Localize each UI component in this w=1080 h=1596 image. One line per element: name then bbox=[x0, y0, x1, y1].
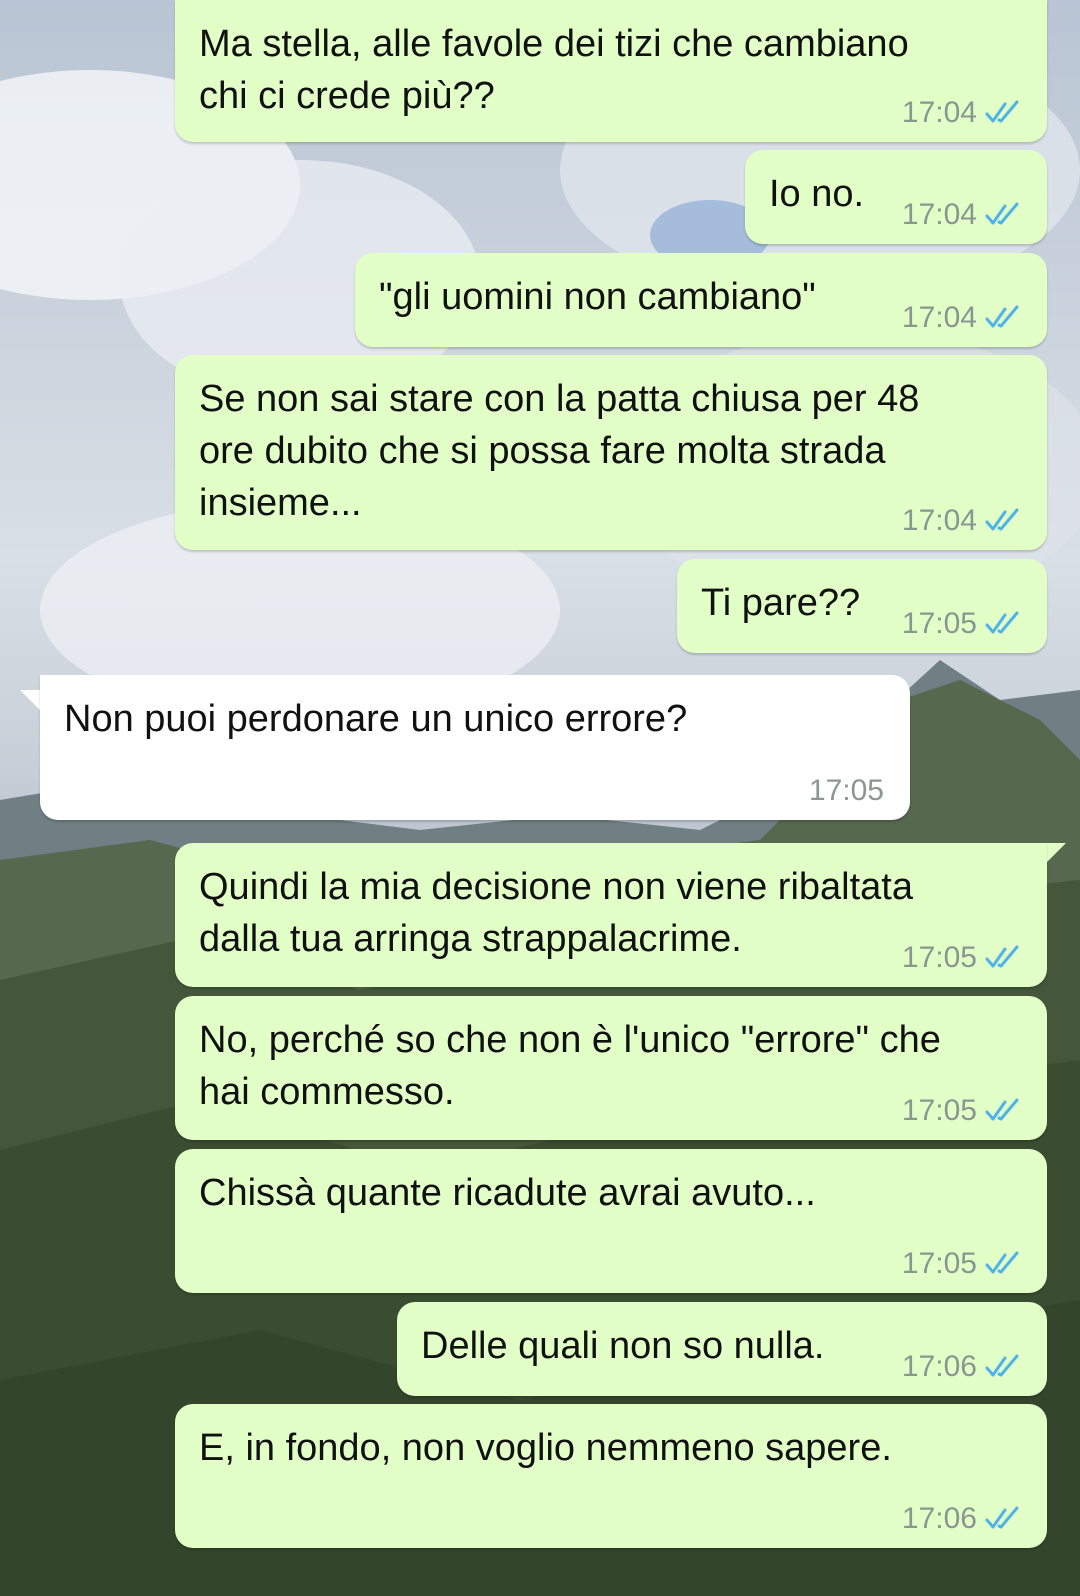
message-bubble-incoming[interactable]: Non puoi perdonare un unico errore? 17:0… bbox=[40, 675, 910, 820]
message-text: E, in fondo, non voglio nemmeno sapere. bbox=[199, 1427, 892, 1469]
message-meta: 17:05 bbox=[809, 774, 884, 808]
message-bubble-outgoing[interactable]: Ti pare?? 17:05 bbox=[677, 559, 1047, 653]
message-text: Quindi la mia decisione non viene ribalt… bbox=[199, 866, 913, 960]
message-meta: 17:04 bbox=[902, 301, 1021, 335]
message-bubble-outgoing[interactable]: Ma stella, alle favole dei tizi che camb… bbox=[175, 0, 1047, 142]
message-bubble-outgoing[interactable]: No, perché so che non è l'unico "errore"… bbox=[175, 996, 1047, 1140]
message-meta: 17:04 bbox=[902, 96, 1021, 130]
message-time: 17:04 bbox=[901, 504, 977, 537]
message-text: Non puoi perdonare un unico errore? bbox=[64, 698, 688, 740]
double-check-icon bbox=[985, 305, 1019, 328]
double-check-icon bbox=[985, 1506, 1019, 1529]
message-time: 17:06 bbox=[901, 1350, 977, 1383]
message-bubble-outgoing[interactable]: Delle quali non so nulla. 17:06 bbox=[397, 1302, 1047, 1396]
double-check-icon bbox=[985, 100, 1019, 123]
double-check-icon bbox=[985, 202, 1019, 225]
message-meta: 17:05 bbox=[902, 1247, 1021, 1281]
message-text: Ma stella, alle favole dei tizi che camb… bbox=[199, 23, 909, 117]
message-meta: 17:06 bbox=[902, 1502, 1021, 1536]
double-check-icon bbox=[985, 1098, 1019, 1121]
message-bubble-outgoing[interactable]: Chissà quante ricadute avrai avuto... 17… bbox=[175, 1149, 1047, 1293]
message-bubble-outgoing[interactable]: "gli uomini non cambiano" 17:04 bbox=[355, 253, 1047, 347]
message-meta: 17:06 bbox=[902, 1350, 1021, 1384]
double-check-icon bbox=[985, 1354, 1019, 1377]
message-meta: 17:05 bbox=[902, 941, 1021, 975]
message-time: 17:04 bbox=[901, 96, 977, 129]
message-text: Se non sai stare con la patta chiusa per… bbox=[199, 378, 920, 524]
double-check-icon bbox=[985, 945, 1019, 968]
double-check-icon bbox=[985, 508, 1019, 531]
message-bubble-outgoing[interactable]: Quindi la mia decisione non viene ribalt… bbox=[175, 843, 1047, 987]
conversation-list[interactable]: Ma stella, alle favole dei tizi che camb… bbox=[0, 0, 1080, 1596]
message-meta: 17:04 bbox=[902, 504, 1021, 538]
message-time: 17:05 bbox=[808, 774, 884, 807]
message-time: 17:06 bbox=[901, 1502, 977, 1535]
message-bubble-outgoing[interactable]: E, in fondo, non voglio nemmeno sapere. … bbox=[175, 1404, 1047, 1548]
message-text: Chissà quante ricadute avrai avuto... bbox=[199, 1172, 816, 1214]
message-meta: 17:05 bbox=[902, 1094, 1021, 1128]
double-check-icon bbox=[985, 1251, 1019, 1274]
message-meta: 17:05 bbox=[902, 607, 1021, 641]
double-check-icon bbox=[985, 611, 1019, 634]
bubble-tail bbox=[20, 690, 42, 712]
message-bubble-outgoing[interactable]: Se non sai stare con la patta chiusa per… bbox=[175, 355, 1047, 550]
message-bubble-outgoing[interactable]: Io no. 17:04 bbox=[745, 150, 1047, 244]
bubble-tail bbox=[1044, 843, 1066, 865]
message-time: 17:04 bbox=[901, 198, 977, 231]
message-time: 17:05 bbox=[901, 1094, 977, 1127]
message-meta: 17:04 bbox=[902, 198, 1021, 232]
message-time: 17:05 bbox=[901, 941, 977, 974]
message-time: 17:05 bbox=[901, 1247, 977, 1280]
message-time: 17:05 bbox=[901, 607, 977, 640]
message-text: No, perché so che non è l'unico "errore"… bbox=[199, 1019, 941, 1113]
message-time: 17:04 bbox=[901, 301, 977, 334]
